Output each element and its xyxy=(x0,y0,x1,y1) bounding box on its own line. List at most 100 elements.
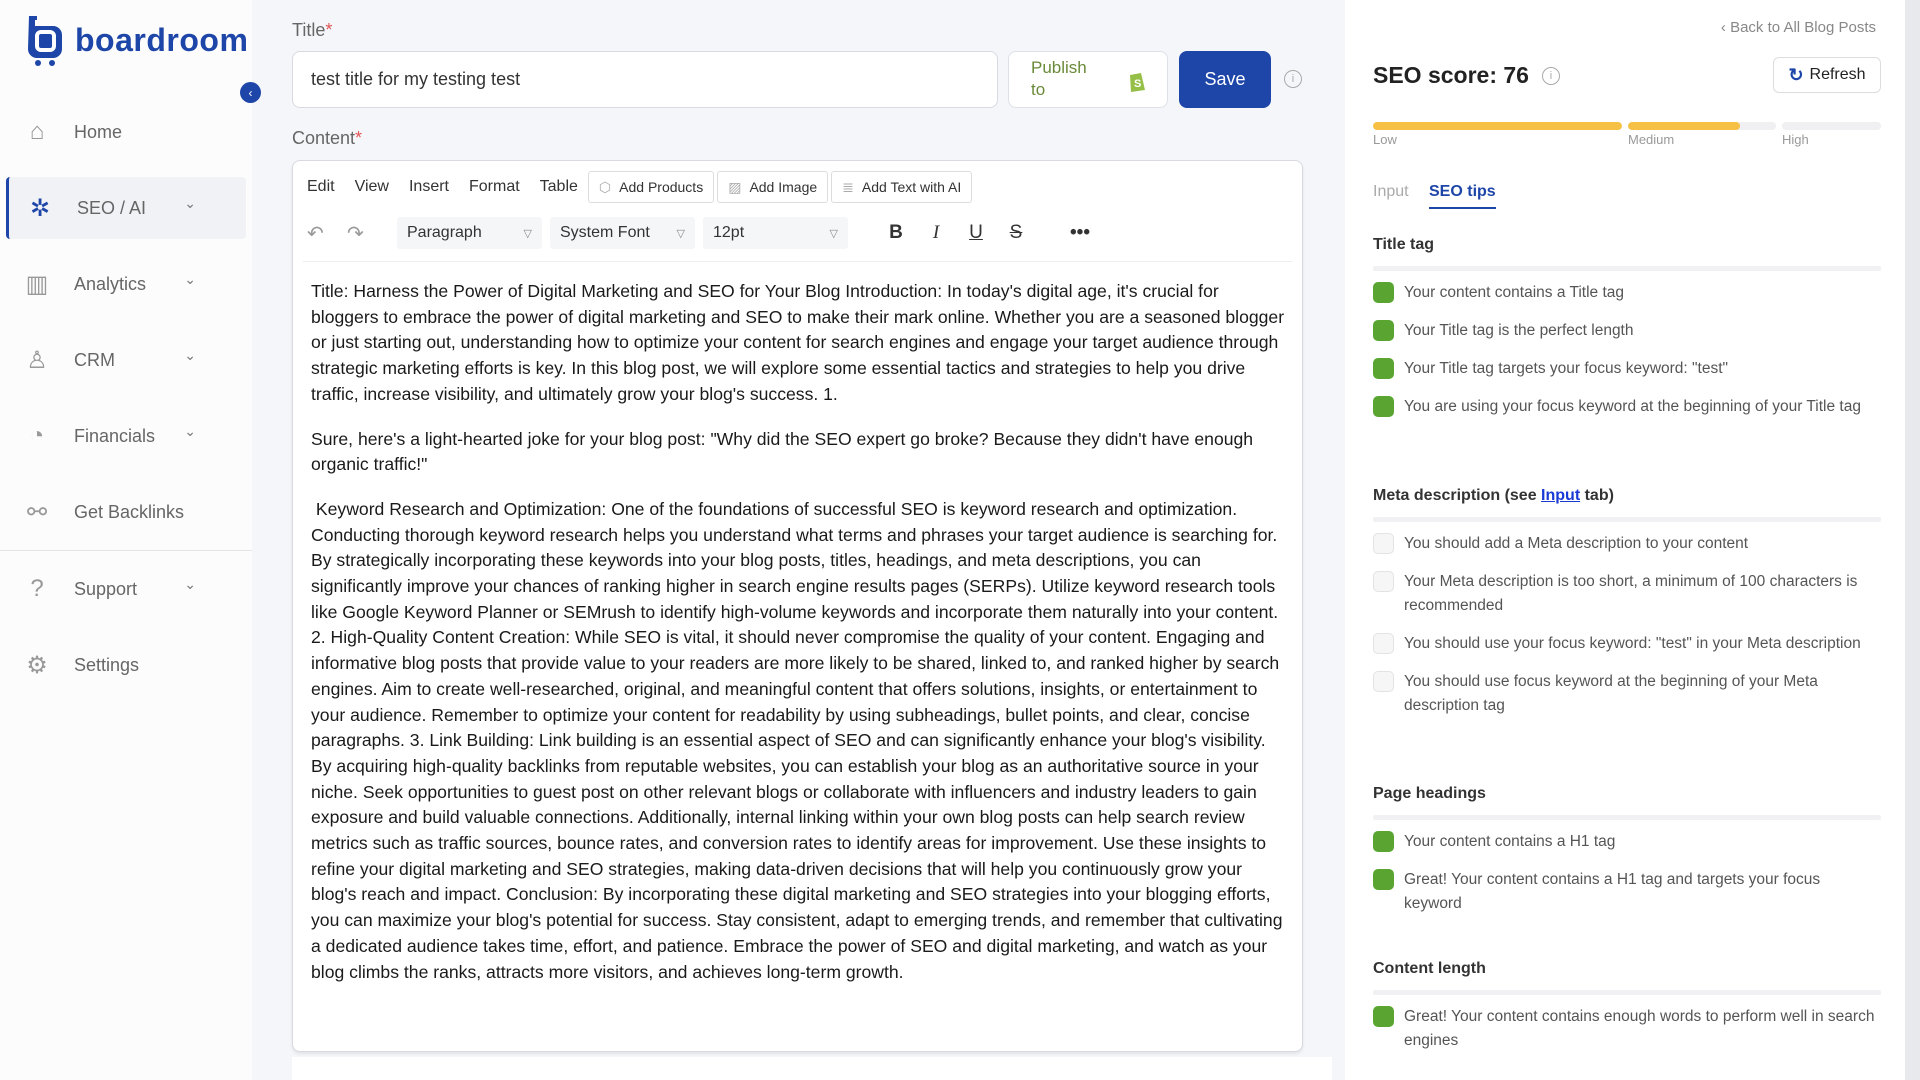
editor-menubar: Edit View Insert Format Table ⬡ Add Produ… xyxy=(307,171,975,203)
score-bar-fill xyxy=(1628,122,1741,130)
title-label: Title* xyxy=(292,20,333,40)
undo-icon[interactable]: ↶ xyxy=(307,221,347,246)
sidebar-item-support[interactable]: ? Support ⌄ xyxy=(6,558,246,620)
refresh-icon: ↻ xyxy=(1788,64,1804,85)
underline-icon[interactable]: U xyxy=(956,222,996,244)
growth-chart-icon: ◔ xyxy=(29,422,45,449)
scrollbar[interactable] xyxy=(1905,0,1920,1080)
user-icon: ♙ xyxy=(26,346,48,374)
add-image-button[interactable]: ▨ Add Image xyxy=(717,171,829,203)
info-icon[interactable]: i xyxy=(1284,70,1302,88)
sidebar: boardroom ‹ ⌂ Home ✲ SEO / AI ⌄ ▥ Analytics ⌄ ♙ C… xyxy=(0,0,261,1080)
more-icon[interactable]: ••• xyxy=(1060,222,1100,244)
italic-icon[interactable]: I xyxy=(916,222,956,244)
sidebar-item-seo-ai[interactable]: ✲ SEO / AI ⌄ xyxy=(6,177,246,239)
sidebar-item-label: Home xyxy=(74,121,123,142)
add-text-ai-button[interactable]: ≣ Add Text with AI xyxy=(831,171,973,203)
check-pending-icon xyxy=(1373,633,1394,654)
boardroom-logo-icon xyxy=(28,16,62,66)
seo-tip: Your Title tag is the perfect length xyxy=(1373,319,1881,343)
seo-tip: You are using your focus keyword at the … xyxy=(1373,395,1881,419)
home-icon: ⌂ xyxy=(29,118,45,145)
seo-section: Meta description (see Input tab) You shou… xyxy=(1373,487,1881,732)
menu-insert[interactable]: Insert xyxy=(409,178,449,196)
back-to-posts-link[interactable]: ‹ Back to All Blog Posts xyxy=(1721,19,1876,36)
editor-area: Title* test title for my testing test Pu… xyxy=(252,0,1345,1080)
section-title: Content length xyxy=(1373,960,1486,977)
chevron-down-icon: ⌄ xyxy=(184,271,196,287)
seo-tip: Great! Your content contains a H1 tag an… xyxy=(1373,868,1881,916)
rich-text-editor: Edit View Insert Format Table ⬡ Add Produ… xyxy=(292,160,1303,1052)
seo-score: SEO score: 76 xyxy=(1373,62,1529,88)
seo-section: Page headings Your content contains a H1 … xyxy=(1373,785,1881,930)
chevron-down-icon: ⌄ xyxy=(184,576,196,592)
check-passed-icon xyxy=(1373,831,1394,852)
seo-section: Title tag Your content contains a Title t… xyxy=(1373,236,1881,433)
paragraph: Keyword Research and Optimization: One o… xyxy=(311,498,1288,982)
shopify-icon: S xyxy=(1130,73,1145,92)
menu-table[interactable]: Table xyxy=(540,178,578,196)
section-title: Title tag xyxy=(1373,236,1435,253)
help-icon: ? xyxy=(30,575,44,602)
seo-tip: Your Title tag targets your focus keywor… xyxy=(1373,357,1881,381)
input-tab-link[interactable]: Input xyxy=(1541,487,1580,504)
font-size-select[interactable]: 12pt ▽ xyxy=(703,217,848,249)
sidebar-item-label: Settings xyxy=(74,654,140,675)
check-passed-icon xyxy=(1373,869,1394,890)
tab-input[interactable]: Input xyxy=(1373,183,1409,207)
section-title: Page headings xyxy=(1373,785,1486,802)
content-label: Content* xyxy=(292,128,363,148)
refresh-button[interactable]: ↻ Refresh xyxy=(1773,57,1881,93)
score-bar-low xyxy=(1373,122,1622,130)
score-level-label: High xyxy=(1782,132,1809,147)
check-passed-icon xyxy=(1373,282,1394,303)
seo-panel: ‹ Back to All Blog Posts SEO score: 76 i… xyxy=(1345,0,1905,1080)
chevron-down-icon: ⌄ xyxy=(184,195,196,211)
block-format-select[interactable]: Paragraph ▽ xyxy=(397,217,542,249)
score-bar-high xyxy=(1782,122,1881,130)
add-products-button[interactable]: ⬡ Add Products xyxy=(587,171,715,203)
sidebar-item-label: Analytics xyxy=(74,273,147,294)
bold-icon[interactable]: B xyxy=(876,222,916,244)
chevron-down-icon: ▽ xyxy=(829,227,838,240)
sidebar-item-home[interactable]: ⌂ Home xyxy=(6,101,246,163)
seo-tip: Your content contains a H1 tag xyxy=(1373,830,1881,854)
check-pending-icon xyxy=(1373,533,1394,554)
sidebar-divider xyxy=(0,550,252,551)
sidebar-item-financials[interactable]: ◔ Financials ⌄ xyxy=(6,405,246,467)
sidebar-item-label: Support xyxy=(74,578,138,599)
strikethrough-icon[interactable]: S xyxy=(996,222,1036,244)
sidebar-item-label: SEO / AI xyxy=(77,197,147,218)
seo-tip: You should add a Meta description to you… xyxy=(1373,532,1881,556)
menu-view[interactable]: View xyxy=(355,178,389,196)
editor-content[interactable]: Title: Harness the Power of Digital Mark… xyxy=(311,279,1286,1004)
score-level-label: Low xyxy=(1373,132,1397,147)
seo-tip: Your content contains a Title tag xyxy=(1373,281,1881,305)
sidebar-item-crm[interactable]: ♙ CRM ⌄ xyxy=(6,329,246,391)
section-divider xyxy=(1373,517,1881,522)
seo-tip: You should use your focus keyword: "test… xyxy=(1373,632,1881,656)
publish-to-button[interactable]: Publish to S xyxy=(1008,51,1168,108)
paragraph: Sure, here's a light-hearted joke for yo… xyxy=(311,428,1254,475)
brand-name: boardroom xyxy=(75,21,249,58)
font-family-select[interactable]: System Font ▽ xyxy=(550,217,695,249)
sidebar-item-settings[interactable]: ⚙ Settings xyxy=(6,634,246,696)
sidebar-item-analytics[interactable]: ▥ Analytics ⌄ xyxy=(6,253,246,315)
section-divider xyxy=(1373,815,1881,820)
logo[interactable]: boardroom xyxy=(25,14,248,66)
title-input[interactable]: test title for my testing test xyxy=(292,51,998,108)
save-button[interactable]: Save xyxy=(1179,51,1271,108)
toolbar-divider xyxy=(303,261,1292,262)
chevron-down-icon: ▽ xyxy=(523,227,532,240)
menu-edit[interactable]: Edit xyxy=(307,178,335,196)
section-divider xyxy=(1373,990,1881,995)
check-pending-icon xyxy=(1373,571,1394,592)
sidebar-item-get-backlinks[interactable]: ⚯ Get Backlinks xyxy=(6,481,246,543)
score-info-icon[interactable]: i xyxy=(1542,67,1560,85)
redo-icon[interactable]: ↷ xyxy=(347,221,387,246)
menu-format[interactable]: Format xyxy=(469,178,520,196)
check-passed-icon xyxy=(1373,1006,1394,1027)
check-pending-icon xyxy=(1373,671,1394,692)
tab-seo-tips[interactable]: SEO tips xyxy=(1429,183,1496,209)
chevron-down-icon: ▽ xyxy=(676,227,685,240)
